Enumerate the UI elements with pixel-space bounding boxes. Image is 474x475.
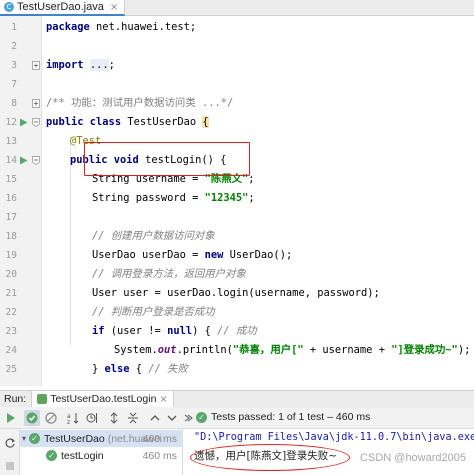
- code-line[interactable]: 25 } else { // 失败: [0, 360, 474, 379]
- line-number: 1: [11, 22, 17, 33]
- code-line[interactable]: 7: [0, 75, 474, 94]
- test-class-name: TestUserDao: [44, 432, 105, 445]
- line-number: 19: [5, 250, 17, 261]
- line-number: 16: [5, 193, 17, 204]
- code-line[interactable]: 19 UserDao userDao = new UserDao();: [0, 246, 474, 265]
- code-text: } else { // 失败: [92, 363, 188, 375]
- editor-tab-bar: C TestUserDao.java ×: [0, 0, 474, 16]
- run-test-icon[interactable]: [19, 118, 28, 127]
- test-results-tree: ▾ ✓ TestUserDao (net.huawei 460 ms ✓ tes…: [20, 429, 183, 475]
- show-passed-icon[interactable]: [24, 410, 40, 426]
- close-icon[interactable]: ×: [110, 2, 118, 13]
- result-highlight-ellipse: [190, 444, 350, 471]
- code-line[interactable]: 3 import ...;: [0, 56, 474, 75]
- fold-expand-icon[interactable]: [32, 99, 40, 108]
- code-line[interactable]: 20 // 调用登录方法，返回用户对象: [0, 265, 474, 284]
- run-side-toolbar: [0, 429, 20, 475]
- line-number: 8: [11, 98, 17, 109]
- run-tab-label: TestUserDao.testLogin: [50, 393, 157, 405]
- fold-collapse-icon[interactable]: [32, 118, 40, 127]
- tests-status-text: Tests passed: 1 of 1 test – 460 ms: [211, 411, 371, 423]
- code-text: UserDao userDao = new UserDao();: [92, 249, 293, 261]
- code-line[interactable]: 18 // 创建用户数据访问对象: [0, 227, 474, 246]
- code-text: String password = "12345";: [92, 192, 255, 204]
- check-icon: ✓: [46, 450, 57, 461]
- code-text: public class TestUserDao {: [46, 116, 209, 128]
- more-options-icon[interactable]: [180, 410, 196, 426]
- code-text: /** 功能：测试用户数据访问类 ...*/: [46, 97, 234, 109]
- code-text: import ...;: [46, 59, 115, 71]
- line-number: 13: [5, 136, 17, 147]
- junit-icon: [37, 394, 48, 404]
- line-number: 15: [5, 174, 17, 185]
- code-line[interactable]: 16 String password = "12345";: [0, 189, 474, 208]
- svg-text:z: z: [67, 419, 70, 424]
- check-icon: ✓: [196, 411, 207, 423]
- tree-row-test-class[interactable]: ▾ ✓ TestUserDao (net.huawei 460 ms: [20, 430, 183, 447]
- check-icon: ✓: [29, 433, 41, 444]
- close-icon[interactable]: ×: [159, 394, 167, 405]
- run-panel-header: Run: TestUserDao.testLogin ×: [0, 390, 474, 408]
- code-line[interactable]: 17: [0, 208, 474, 227]
- sort-duration-icon[interactable]: [84, 410, 100, 426]
- line-number: 12: [5, 117, 17, 128]
- code-text: System.out.println("恭喜，用户[" + username +…: [114, 344, 471, 356]
- tests-status: ✓ Tests passed: 1 of 1 test – 460 ms: [196, 411, 370, 423]
- code-line[interactable]: 2: [0, 37, 474, 56]
- chevron-down-icon[interactable]: ▾: [22, 434, 26, 443]
- code-editor[interactable]: 1 package net.huawei.test; 2 3 import ..…: [0, 16, 474, 386]
- code-line[interactable]: 8 /** 功能：测试用户数据访问类 ...*/: [0, 94, 474, 113]
- fold-expand-icon[interactable]: [32, 61, 40, 70]
- test-method-duration: 460 ms: [142, 449, 177, 462]
- show-ignored-icon[interactable]: [43, 410, 59, 426]
- line-number: 21: [5, 288, 17, 299]
- code-text: User user = userDao.login(username, pass…: [92, 287, 380, 299]
- code-line[interactable]: 22 // 判断用户登录是否成功: [0, 303, 474, 322]
- code-text: // 判断用户登录是否成功: [92, 306, 215, 318]
- code-text: // 调用登录方法，返回用户对象: [92, 268, 246, 280]
- code-text: if (user != null) { // 成功: [92, 325, 257, 337]
- line-number: 2: [11, 41, 17, 52]
- fold-collapse-icon[interactable]: [32, 156, 40, 165]
- test-method-name: testLogin: [61, 449, 104, 462]
- console-command-line: "D:\Program Files\Java\jdk-11.0.7\bin\ja…: [194, 432, 474, 443]
- rerun-side-icon[interactable]: [4, 434, 16, 453]
- test-class-duration: 460 ms: [142, 432, 177, 445]
- line-number: 20: [5, 269, 17, 280]
- code-text: // 创建用户数据访问对象: [92, 230, 215, 242]
- code-line[interactable]: 24 System.out.println("恭喜，用户[" + usernam…: [0, 341, 474, 360]
- code-line[interactable]: 21 User user = userDao.login(username, p…: [0, 284, 474, 303]
- run-panel-label: Run:: [4, 393, 27, 405]
- expand-all-icon[interactable]: [106, 410, 122, 426]
- code-text: package net.huawei.test;: [46, 21, 197, 33]
- tree-row-test-method[interactable]: ✓ testLogin 460 ms: [20, 447, 183, 464]
- credentials-highlight-box: [84, 142, 250, 176]
- next-failed-icon[interactable]: [164, 410, 180, 426]
- run-toolbar: az ✓ Tests passed: 1 of 1 test – 460 ms: [0, 407, 474, 429]
- line-number: 17: [5, 212, 17, 223]
- line-number: 18: [5, 231, 17, 242]
- line-number: 24: [5, 345, 17, 356]
- run-config-tab[interactable]: TestUserDao.testLogin ×: [31, 390, 174, 408]
- collapse-all-icon[interactable]: [125, 410, 141, 426]
- run-test-icon[interactable]: [19, 156, 28, 165]
- code-line[interactable]: 12 public class TestUserDao {: [0, 113, 474, 132]
- line-number: 14: [5, 155, 17, 166]
- editor-tab[interactable]: C TestUserDao.java ×: [0, 0, 126, 16]
- watermark: CSDN @howard2005: [360, 452, 466, 464]
- rerun-icon[interactable]: [3, 410, 19, 426]
- line-number: 3: [11, 60, 17, 71]
- previous-failed-icon[interactable]: [147, 410, 163, 426]
- code-line[interactable]: 23 if (user != null) { // 成功: [0, 322, 474, 341]
- line-number: 22: [5, 307, 17, 318]
- line-number: 7: [11, 79, 17, 90]
- code-line[interactable]: 1 package net.huawei.test;: [0, 18, 474, 37]
- sort-alpha-icon[interactable]: az: [65, 410, 81, 426]
- java-class-icon: C: [4, 2, 14, 12]
- line-number: 25: [5, 364, 17, 375]
- editor-tab-label: TestUserDao.java: [17, 1, 104, 13]
- line-number: 23: [5, 326, 17, 337]
- stop-icon[interactable]: [5, 456, 15, 475]
